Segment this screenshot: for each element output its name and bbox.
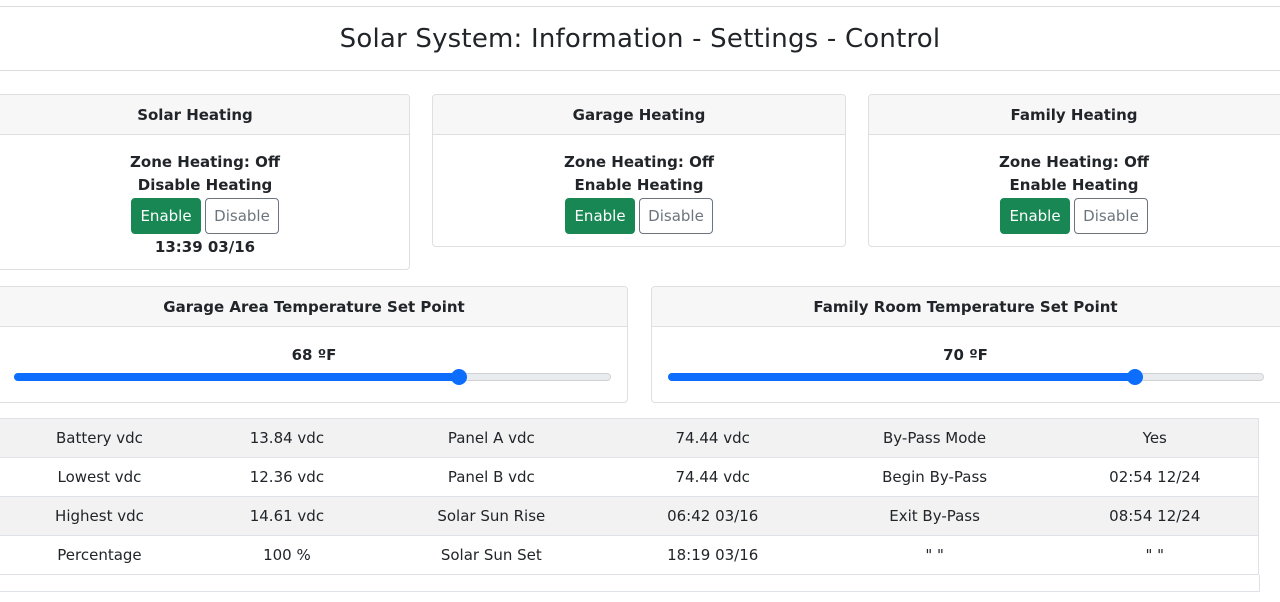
table-value-cell: 12.36 vdc: [198, 457, 375, 497]
zone-status: Zone Heating: Off: [999, 153, 1149, 171]
table-label-cell: Highest vdc: [0, 496, 199, 536]
table-value-cell: 13.84 vdc: [198, 418, 375, 458]
disable-button[interactable]: Disable: [205, 198, 279, 234]
table-label-cell: Exit By-Pass: [817, 496, 1052, 536]
table-value-cell: 18:19 03/16: [607, 535, 818, 575]
table-value-cell: 100 %: [198, 535, 375, 575]
table-label-cell: Solar Sun Rise: [374, 496, 608, 536]
setpoint-value: 70 ºF: [943, 346, 988, 364]
garage-setpoint-slider[interactable]: [14, 369, 611, 385]
table-label-cell: Panel A vdc: [374, 418, 608, 458]
table-value-cell: 74.44 vdc: [607, 418, 818, 458]
card-garage-setpoint: Garage Area Temperature Set Point 68 ºF: [0, 286, 628, 403]
card-family-setpoint: Family Room Temperature Set Point 70 ºF: [651, 286, 1280, 403]
card-solar-heating: Solar Heating Zone Heating: Off Disable …: [0, 94, 410, 270]
zone-status: Zone Heating: Off: [564, 153, 714, 171]
card-garage-heating: Garage Heating Zone Heating: Off Enable …: [432, 94, 846, 247]
enable-button[interactable]: Enable: [1000, 198, 1070, 234]
table-value-cell: " ": [1051, 535, 1259, 575]
zone-status: Zone Heating: Off: [130, 153, 280, 171]
table-value-cell: 74.44 vdc: [607, 457, 818, 497]
table-row: Lowest vdc 12.36 vdc Panel B vdc 74.44 vdc B…: [0, 457, 1259, 497]
card-header: Garage Heating: [433, 95, 845, 135]
slider-fill: [14, 373, 459, 381]
table-value-cell: 14.61 vdc: [198, 496, 375, 536]
card-family-heating-inner: Family Heating Zone Heating: Off Enable …: [868, 94, 1280, 247]
slider-thumb[interactable]: [450, 369, 467, 385]
table-label-cell: Percentage: [0, 535, 199, 575]
table-label-cell: " ": [817, 535, 1052, 575]
family-setpoint-slider[interactable]: [668, 369, 1264, 385]
heating-state: Enable Heating: [1009, 176, 1139, 194]
table-label-cell: Battery vdc: [0, 418, 199, 458]
slider-thumb[interactable]: [1126, 369, 1143, 385]
table-row: Percentage 100 % Solar Sun Set 18:19 03/16 "…: [0, 535, 1259, 575]
card-header: Family Room Temperature Set Point: [652, 287, 1280, 327]
slider-fill: [668, 373, 1135, 381]
setpoint-value: 68 ºF: [291, 346, 337, 364]
table-value-cell: 08:54 12/24: [1051, 496, 1259, 536]
enable-button[interactable]: Enable: [131, 198, 201, 234]
table-footer-space: [0, 575, 1260, 592]
enable-button[interactable]: Enable: [565, 198, 635, 234]
table-row: Battery vdc 13.84 vdc Panel A vdc 74.44 vdc…: [0, 418, 1259, 458]
status-table: Battery vdc 13.84 vdc Panel A vdc 74.44 vdc…: [0, 418, 1259, 575]
heating-state: Enable Heating: [574, 176, 704, 194]
disable-button[interactable]: Disable: [1074, 198, 1148, 234]
card-header: Family Heating: [869, 95, 1280, 135]
card-header: Garage Area Temperature Set Point: [0, 287, 627, 327]
table-label-cell: Solar Sun Set: [374, 535, 608, 575]
table-label-cell: By-Pass Mode: [817, 418, 1052, 458]
table-row: Highest vdc 14.61 vdc Solar Sun Rise 06:42 …: [0, 496, 1259, 536]
last-update-time: 13:39 03/16: [154, 238, 256, 256]
table-value-cell: 06:42 03/16: [607, 496, 818, 536]
table-label-cell: Begin By-Pass: [817, 457, 1052, 497]
table-label-cell: Lowest vdc: [0, 457, 199, 497]
page-title: Solar System: Information - Settings - C…: [339, 23, 941, 54]
table-label-cell: Panel B vdc: [374, 457, 608, 497]
page-header: Solar System: Information - Settings - C…: [0, 7, 1280, 71]
heating-state: Disable Heating: [137, 176, 273, 194]
disable-button[interactable]: Disable: [639, 198, 713, 234]
card-header: Solar Heating: [0, 95, 409, 135]
table-value-cell: 02:54 12/24: [1051, 457, 1259, 497]
table-value-cell: Yes: [1051, 418, 1259, 458]
